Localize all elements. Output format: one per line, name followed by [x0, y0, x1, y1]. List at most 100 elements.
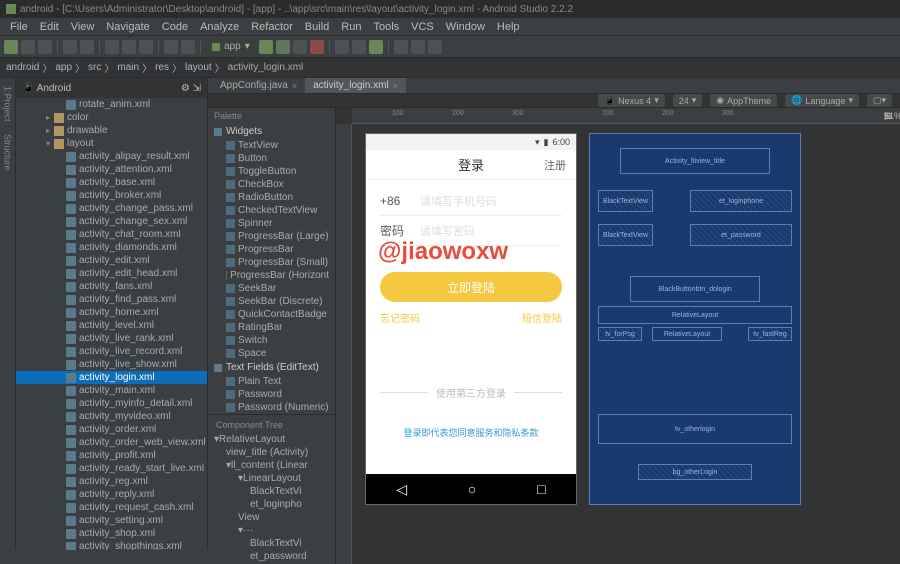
- design-canvas[interactable]: 100200300 100200300 ⊖51%⊕⛶ ▾ ▮ 6:00: [336, 108, 900, 564]
- palette-item[interactable]: CheckedTextView: [208, 204, 335, 217]
- menu-window[interactable]: Window: [440, 21, 491, 33]
- menu-help[interactable]: Help: [491, 21, 526, 33]
- menu-file[interactable]: File: [4, 21, 34, 33]
- menu-navigate[interactable]: Navigate: [100, 21, 155, 33]
- crumb-res[interactable]: res: [155, 62, 169, 73]
- run-icon[interactable]: [259, 40, 273, 54]
- blueprint-preview[interactable]: Activity_ltiview_title BlackTextView et_…: [590, 134, 800, 504]
- menu-run[interactable]: Run: [335, 21, 367, 33]
- tree-item[interactable]: activity_home.xml: [16, 306, 207, 319]
- tree-item[interactable]: activity_diamonds.xml: [16, 241, 207, 254]
- copy-icon[interactable]: [122, 40, 136, 54]
- tree-item[interactable]: ▸drawable: [16, 124, 207, 137]
- palette-item[interactable]: ProgressBar: [208, 243, 335, 256]
- settings-icon[interactable]: [411, 40, 425, 54]
- crumb-app[interactable]: app: [55, 62, 72, 73]
- tree-item[interactable]: activity_order.xml: [16, 423, 207, 436]
- crumb-file[interactable]: activity_login.xml: [228, 62, 304, 73]
- nav-recent-icon[interactable]: □: [537, 481, 545, 497]
- palette-item[interactable]: RadioButton: [208, 191, 335, 204]
- tree-item[interactable]: activity_attention.xml: [16, 163, 207, 176]
- close-icon[interactable]: ×: [393, 81, 398, 91]
- tree-item[interactable]: activity_level.xml: [16, 319, 207, 332]
- cut-icon[interactable]: [105, 40, 119, 54]
- tree-item[interactable]: activity_chat_room.xml: [16, 228, 207, 241]
- component-tree-item[interactable]: et_password: [210, 550, 333, 563]
- sdk-icon[interactable]: [352, 40, 366, 54]
- tree-item[interactable]: activity_broker.xml: [16, 189, 207, 202]
- tree-item[interactable]: activity_myinfo_detail.xml: [16, 397, 207, 410]
- tree-item[interactable]: activity_request_cash.xml: [16, 501, 207, 514]
- palette-item[interactable]: ToggleButton: [208, 165, 335, 178]
- api-dropdown[interactable]: 24▾: [673, 94, 703, 107]
- paste-icon[interactable]: [139, 40, 153, 54]
- theme-dropdown[interactable]: ◉AppTheme: [710, 94, 777, 107]
- component-tree-item[interactable]: ▾ RelativeLayout: [210, 433, 333, 446]
- tree-item[interactable]: activity_live_rank.xml: [16, 332, 207, 345]
- sync-icon[interactable]: [38, 40, 52, 54]
- password-input[interactable]: 请填写密码: [420, 223, 475, 239]
- lang-dropdown[interactable]: 🌐Language▾: [785, 94, 859, 107]
- component-tree-item[interactable]: ▾ LinearLayout: [210, 472, 333, 485]
- tree-item[interactable]: ▸color: [16, 111, 207, 124]
- crumb-main[interactable]: main: [117, 62, 139, 73]
- tab-activity-login[interactable]: activity_login.xml×: [305, 78, 406, 93]
- tree-item[interactable]: activity_live_show.xml: [16, 358, 207, 371]
- tree-item[interactable]: activity_live_record.xml: [16, 345, 207, 358]
- tree-item[interactable]: activity_order_web_view.xml: [16, 436, 207, 449]
- terms-link[interactable]: 登录即代表您同意服务和隐私条款: [380, 426, 562, 439]
- structure-tab[interactable]: Structure: [3, 130, 13, 175]
- run-config-dropdown[interactable]: app▾: [206, 39, 256, 55]
- menu-edit[interactable]: Edit: [34, 21, 65, 33]
- tree-item[interactable]: activity_myvideo.xml: [16, 410, 207, 423]
- tree-item[interactable]: activity_fans.xml: [16, 280, 207, 293]
- palette-item[interactable]: TextView: [208, 139, 335, 152]
- save-icon[interactable]: [21, 40, 35, 54]
- tree-item[interactable]: activity_ready_start_live.xml: [16, 462, 207, 475]
- back-icon[interactable]: [164, 40, 178, 54]
- sms-login-link[interactable]: 短信登陆: [522, 310, 562, 325]
- tree-item[interactable]: activity_base.xml: [16, 176, 207, 189]
- tree-item[interactable]: ▾layout: [16, 137, 207, 150]
- tree-item[interactable]: activity_reply.xml: [16, 488, 207, 501]
- palette-item[interactable]: SeekBar: [208, 282, 335, 295]
- tree-item[interactable]: activity_shopthings.xml: [16, 540, 207, 550]
- palette-item[interactable]: Component Tree: [210, 417, 333, 433]
- tree-item[interactable]: activity_setting.xml: [16, 514, 207, 527]
- tree-item[interactable]: activity_edit.xml: [16, 254, 207, 267]
- component-tree-item[interactable]: BlackTextVi: [210, 537, 333, 550]
- palette-item[interactable]: QuickContactBadge: [208, 308, 335, 321]
- help-icon[interactable]: [428, 40, 442, 54]
- project-tree[interactable]: rotate_anim.xml▸color▸drawable▾layout act…: [16, 98, 207, 550]
- tree-item[interactable]: activity_edit_head.xml: [16, 267, 207, 280]
- tree-item[interactable]: activity_shop.xml: [16, 527, 207, 540]
- component-tree-item[interactable]: view_title (Activity): [210, 446, 333, 459]
- tree-item[interactable]: activity_login.xml: [16, 371, 207, 384]
- gradle-icon[interactable]: [394, 40, 408, 54]
- device-dropdown[interactable]: 📱 Nexus 4▾: [598, 94, 665, 107]
- tree-item[interactable]: rotate_anim.xml: [16, 98, 207, 111]
- redo-icon[interactable]: [80, 40, 94, 54]
- project-tab[interactable]: 1:Project: [3, 82, 13, 126]
- palette-item[interactable]: Password (Numeric): [208, 401, 335, 414]
- crumb-root[interactable]: android: [6, 62, 39, 73]
- crumb-layout[interactable]: layout: [185, 62, 212, 73]
- palette-item[interactable]: Switch: [208, 334, 335, 347]
- device-preview[interactable]: ▾ ▮ 6:00 登录 注册 +86 请填写手机号码: [366, 134, 576, 504]
- undo-icon[interactable]: [63, 40, 77, 54]
- country-code[interactable]: +86: [380, 194, 420, 208]
- palette-item[interactable]: Button: [208, 152, 335, 165]
- zoom-fit-icon[interactable]: ⛶: [884, 111, 890, 122]
- palette-item[interactable]: Password: [208, 388, 335, 401]
- monitor-icon[interactable]: [369, 40, 383, 54]
- component-tree[interactable]: Component Tree▾ RelativeLayout view_titl…: [208, 414, 335, 564]
- nav-back-icon[interactable]: ◁: [396, 481, 407, 498]
- open-icon[interactable]: [4, 40, 18, 54]
- menu-vcs[interactable]: VCS: [405, 21, 440, 33]
- tree-item[interactable]: activity_profit.xml: [16, 449, 207, 462]
- component-tree-item[interactable]: ▾ ···: [210, 524, 333, 537]
- palette-item[interactable]: ProgressBar (Small): [208, 256, 335, 269]
- attach-icon[interactable]: [293, 40, 307, 54]
- close-icon[interactable]: ×: [292, 81, 297, 91]
- palette-item[interactable]: ProgressBar (Horizont: [208, 269, 335, 282]
